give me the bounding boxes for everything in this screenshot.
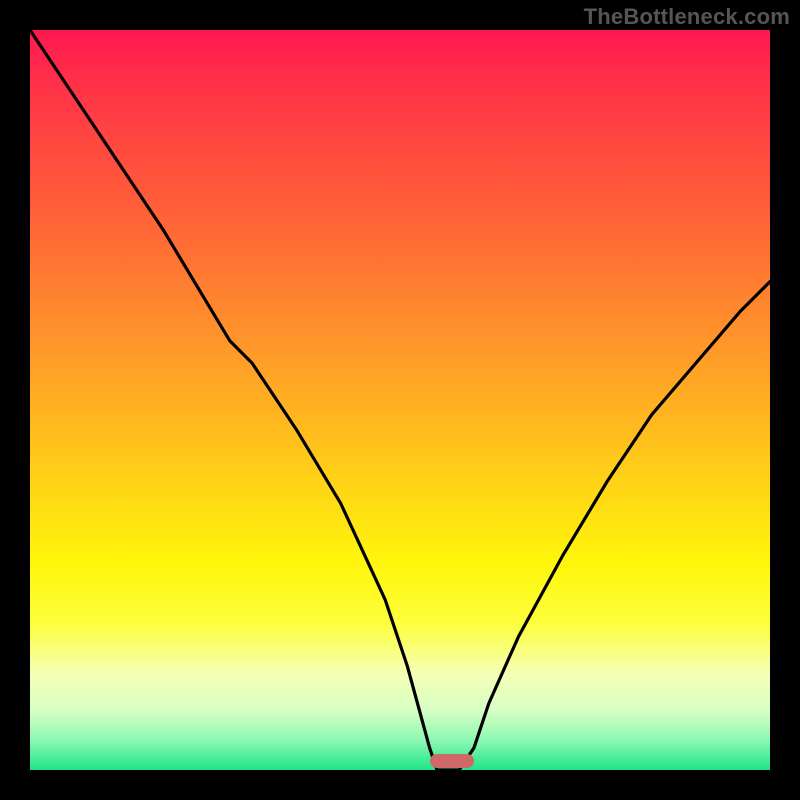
chart-frame: TheBottleneck.com bbox=[0, 0, 800, 800]
optimal-range-marker bbox=[430, 754, 474, 768]
attribution-label: TheBottleneck.com bbox=[584, 4, 790, 30]
bottleneck-curve bbox=[30, 30, 770, 770]
bottleneck-curve-path bbox=[30, 30, 770, 770]
plot-area bbox=[30, 30, 770, 770]
